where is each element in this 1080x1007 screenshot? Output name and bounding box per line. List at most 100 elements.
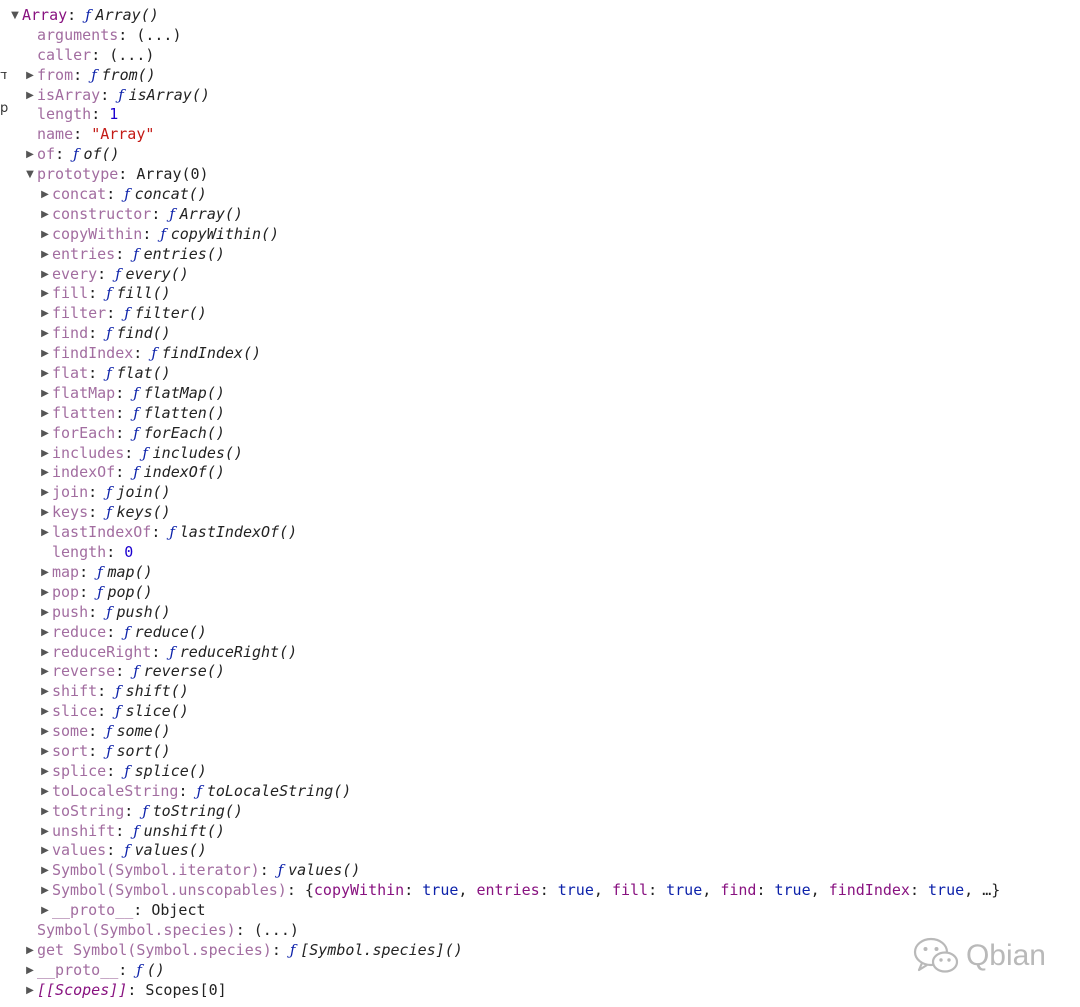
collapsed-arrow-icon[interactable]: ▶	[38, 822, 52, 842]
collapsed-arrow-icon[interactable]: ▶	[38, 205, 52, 225]
collapsed-arrow-icon[interactable]: ▶	[38, 424, 52, 444]
property-key: fill	[52, 284, 89, 303]
value-segment: ,	[810, 881, 829, 900]
tree-row[interactable]: ▶ every: ƒ every()	[0, 265, 1080, 285]
separator: :	[259, 861, 278, 880]
collapsed-arrow-icon[interactable]: ▶	[23, 86, 37, 106]
tree-row[interactable]: ▶ slice: ƒ slice()	[0, 702, 1080, 722]
collapsed-arrow-icon[interactable]: ▶	[38, 444, 52, 464]
collapsed-arrow-icon[interactable]: ▶	[38, 702, 52, 722]
tree-row[interactable]: ▶ sort: ƒ sort()	[0, 742, 1080, 762]
collapsed-arrow-icon[interactable]: ▶	[38, 623, 52, 643]
collapsed-arrow-icon[interactable]: ▶	[38, 463, 52, 483]
tree-row[interactable]: ▶ values: ƒ values()	[0, 841, 1080, 861]
tree-row[interactable]: ▶ isArray: ƒ isArray()	[0, 86, 1080, 106]
tree-row[interactable]: ▶ concat: ƒ concat()	[0, 185, 1080, 205]
value-segment: filter()	[134, 304, 207, 323]
collapsed-arrow-icon[interactable]: ▶	[38, 861, 52, 881]
expanded-arrow-icon[interactable]: ▼	[8, 6, 22, 26]
value-segment: Object	[151, 901, 206, 920]
collapsed-arrow-icon[interactable]: ▶	[38, 284, 52, 304]
collapsed-arrow-icon[interactable]: ▶	[38, 265, 52, 285]
tree-row[interactable]: ▶ flatten: ƒ flatten()	[0, 404, 1080, 424]
collapsed-arrow-icon[interactable]: ▶	[38, 643, 52, 663]
value-segment: "Array"	[91, 125, 155, 144]
property-key: findIndex	[52, 344, 134, 363]
collapsed-arrow-icon[interactable]: ▶	[23, 941, 37, 961]
tree-row[interactable]: ▶ reduce: ƒ reduce()	[0, 623, 1080, 643]
collapsed-arrow-icon[interactable]: ▶	[38, 324, 52, 344]
tree-row[interactable]: ▶ entries: ƒ entries()	[0, 245, 1080, 265]
collapsed-arrow-icon[interactable]: ▶	[38, 523, 52, 543]
tree-row[interactable]: ▶ map: ƒ map()	[0, 563, 1080, 583]
tree-row[interactable]: ▶ findIndex: ƒ findIndex()	[0, 344, 1080, 364]
tree-row[interactable]: ▶ __proto__: Object	[0, 901, 1080, 921]
tree-row[interactable]: ▶ constructor: ƒ Array()	[0, 205, 1080, 225]
tree-row[interactable]: ▶ Symbol(Symbol.unscopables): {copyWithin…	[0, 881, 1080, 901]
collapsed-arrow-icon[interactable]: ▶	[23, 961, 37, 981]
tree-row[interactable]: ▶ push: ƒ push()	[0, 603, 1080, 623]
collapsed-arrow-icon[interactable]: ▶	[38, 742, 52, 762]
collapsed-arrow-icon[interactable]: ▶	[38, 662, 52, 682]
tree-row[interactable]: ▶ from: ƒ from()	[0, 66, 1080, 86]
tree-row[interactable]: ▶ reverse: ƒ reverse()	[0, 662, 1080, 682]
collapsed-arrow-icon[interactable]: ▶	[38, 722, 52, 742]
collapsed-arrow-icon[interactable]: ▶	[38, 404, 52, 424]
tree-row[interactable]: ▶ filter: ƒ filter()	[0, 304, 1080, 324]
collapsed-arrow-icon[interactable]: ▶	[38, 881, 52, 901]
tree-row[interactable]: ▶ [[Scopes]]: Scopes[0]	[0, 981, 1080, 1001]
value-segment: entries()	[143, 244, 225, 263]
tree-row[interactable]: ▶ copyWithin: ƒ copyWithin()	[0, 225, 1080, 245]
tree-row[interactable]: ▶ Symbol(Symbol.iterator): ƒ values()	[0, 861, 1080, 881]
collapsed-arrow-icon[interactable]: ▶	[38, 185, 52, 205]
tree-row[interactable]: ▶ toLocaleString: ƒ toLocaleString()	[0, 782, 1080, 802]
tree-row[interactable]: ▶ pop: ƒ pop()	[0, 583, 1080, 603]
tree-row[interactable]: ▶ forEach: ƒ forEach()	[0, 424, 1080, 444]
collapsed-arrow-icon[interactable]: ▶	[38, 901, 52, 921]
tree-row[interactable]: ▼ prototype: Array(0)	[0, 165, 1080, 185]
tree-row[interactable]: ▶ keys: ƒ keys()	[0, 503, 1080, 523]
tree-row[interactable]: ▶ indexOf: ƒ indexOf()	[0, 463, 1080, 483]
tree-row[interactable]: ▶ find: ƒ find()	[0, 324, 1080, 344]
collapsed-arrow-icon[interactable]: ▶	[38, 603, 52, 623]
collapsed-arrow-icon[interactable]: ▶	[23, 981, 37, 1001]
collapsed-arrow-icon[interactable]: ▶	[38, 225, 52, 245]
collapsed-arrow-icon[interactable]: ▶	[38, 583, 52, 603]
tree-row[interactable]: ▶ splice: ƒ splice()	[0, 762, 1080, 782]
collapsed-arrow-icon[interactable]: ▶	[38, 384, 52, 404]
collapsed-arrow-icon[interactable]: ▶	[23, 66, 37, 86]
collapsed-arrow-icon[interactable]: ▶	[38, 682, 52, 702]
collapsed-arrow-icon[interactable]: ▶	[38, 841, 52, 861]
tree-row[interactable]: ▶ flat: ƒ flat()	[0, 364, 1080, 384]
collapsed-arrow-icon[interactable]: ▶	[38, 304, 52, 324]
value-segment: reduce()	[134, 622, 207, 641]
tree-row[interactable]: ▼ Array: ƒ Array()	[0, 6, 1080, 26]
tree-row[interactable]: ▶ join: ƒ join()	[0, 483, 1080, 503]
tree-row[interactable]: ▶ lastIndexOf: ƒ lastIndexOf()	[0, 523, 1080, 543]
collapsed-arrow-icon[interactable]: ▶	[38, 782, 52, 802]
collapsed-arrow-icon[interactable]: ▶	[38, 802, 52, 822]
collapsed-arrow-icon[interactable]: ▶	[38, 563, 52, 583]
collapsed-arrow-icon[interactable]: ▶	[38, 762, 52, 782]
tree-row[interactable]: ▶ flatMap: ƒ flatMap()	[0, 384, 1080, 404]
collapsed-arrow-icon[interactable]: ▶	[38, 245, 52, 265]
tree-row[interactable]: ▶ fill: ƒ fill()	[0, 284, 1080, 304]
tree-row[interactable]: ▶ includes: ƒ includes()	[0, 444, 1080, 464]
collapsed-arrow-icon[interactable]: ▶	[38, 483, 52, 503]
tree-row[interactable]: ▶ shift: ƒ shift()	[0, 682, 1080, 702]
collapsed-arrow-icon[interactable]: ▶	[38, 503, 52, 523]
property-value: ƒ push()	[106, 603, 171, 621]
function-glyph: ƒ	[106, 602, 117, 621]
tree-row[interactable]: ▶ reduceRight: ƒ reduceRight()	[0, 643, 1080, 663]
separator: :	[88, 741, 107, 760]
collapsed-arrow-icon[interactable]: ▶	[38, 364, 52, 384]
collapsed-arrow-icon[interactable]: ▶	[38, 344, 52, 364]
property-key: keys	[52, 503, 89, 522]
tree-row[interactable]: ▶ toString: ƒ toString()	[0, 802, 1080, 822]
tree-row[interactable]: ▶ of: ƒ of()	[0, 145, 1080, 165]
tree-row[interactable]: ▶ some: ƒ some()	[0, 722, 1080, 742]
expanded-arrow-icon[interactable]: ▼	[23, 165, 37, 185]
collapsed-arrow-icon[interactable]: ▶	[23, 145, 37, 165]
value-segment: push()	[116, 602, 171, 621]
tree-row[interactable]: ▶ unshift: ƒ unshift()	[0, 822, 1080, 842]
